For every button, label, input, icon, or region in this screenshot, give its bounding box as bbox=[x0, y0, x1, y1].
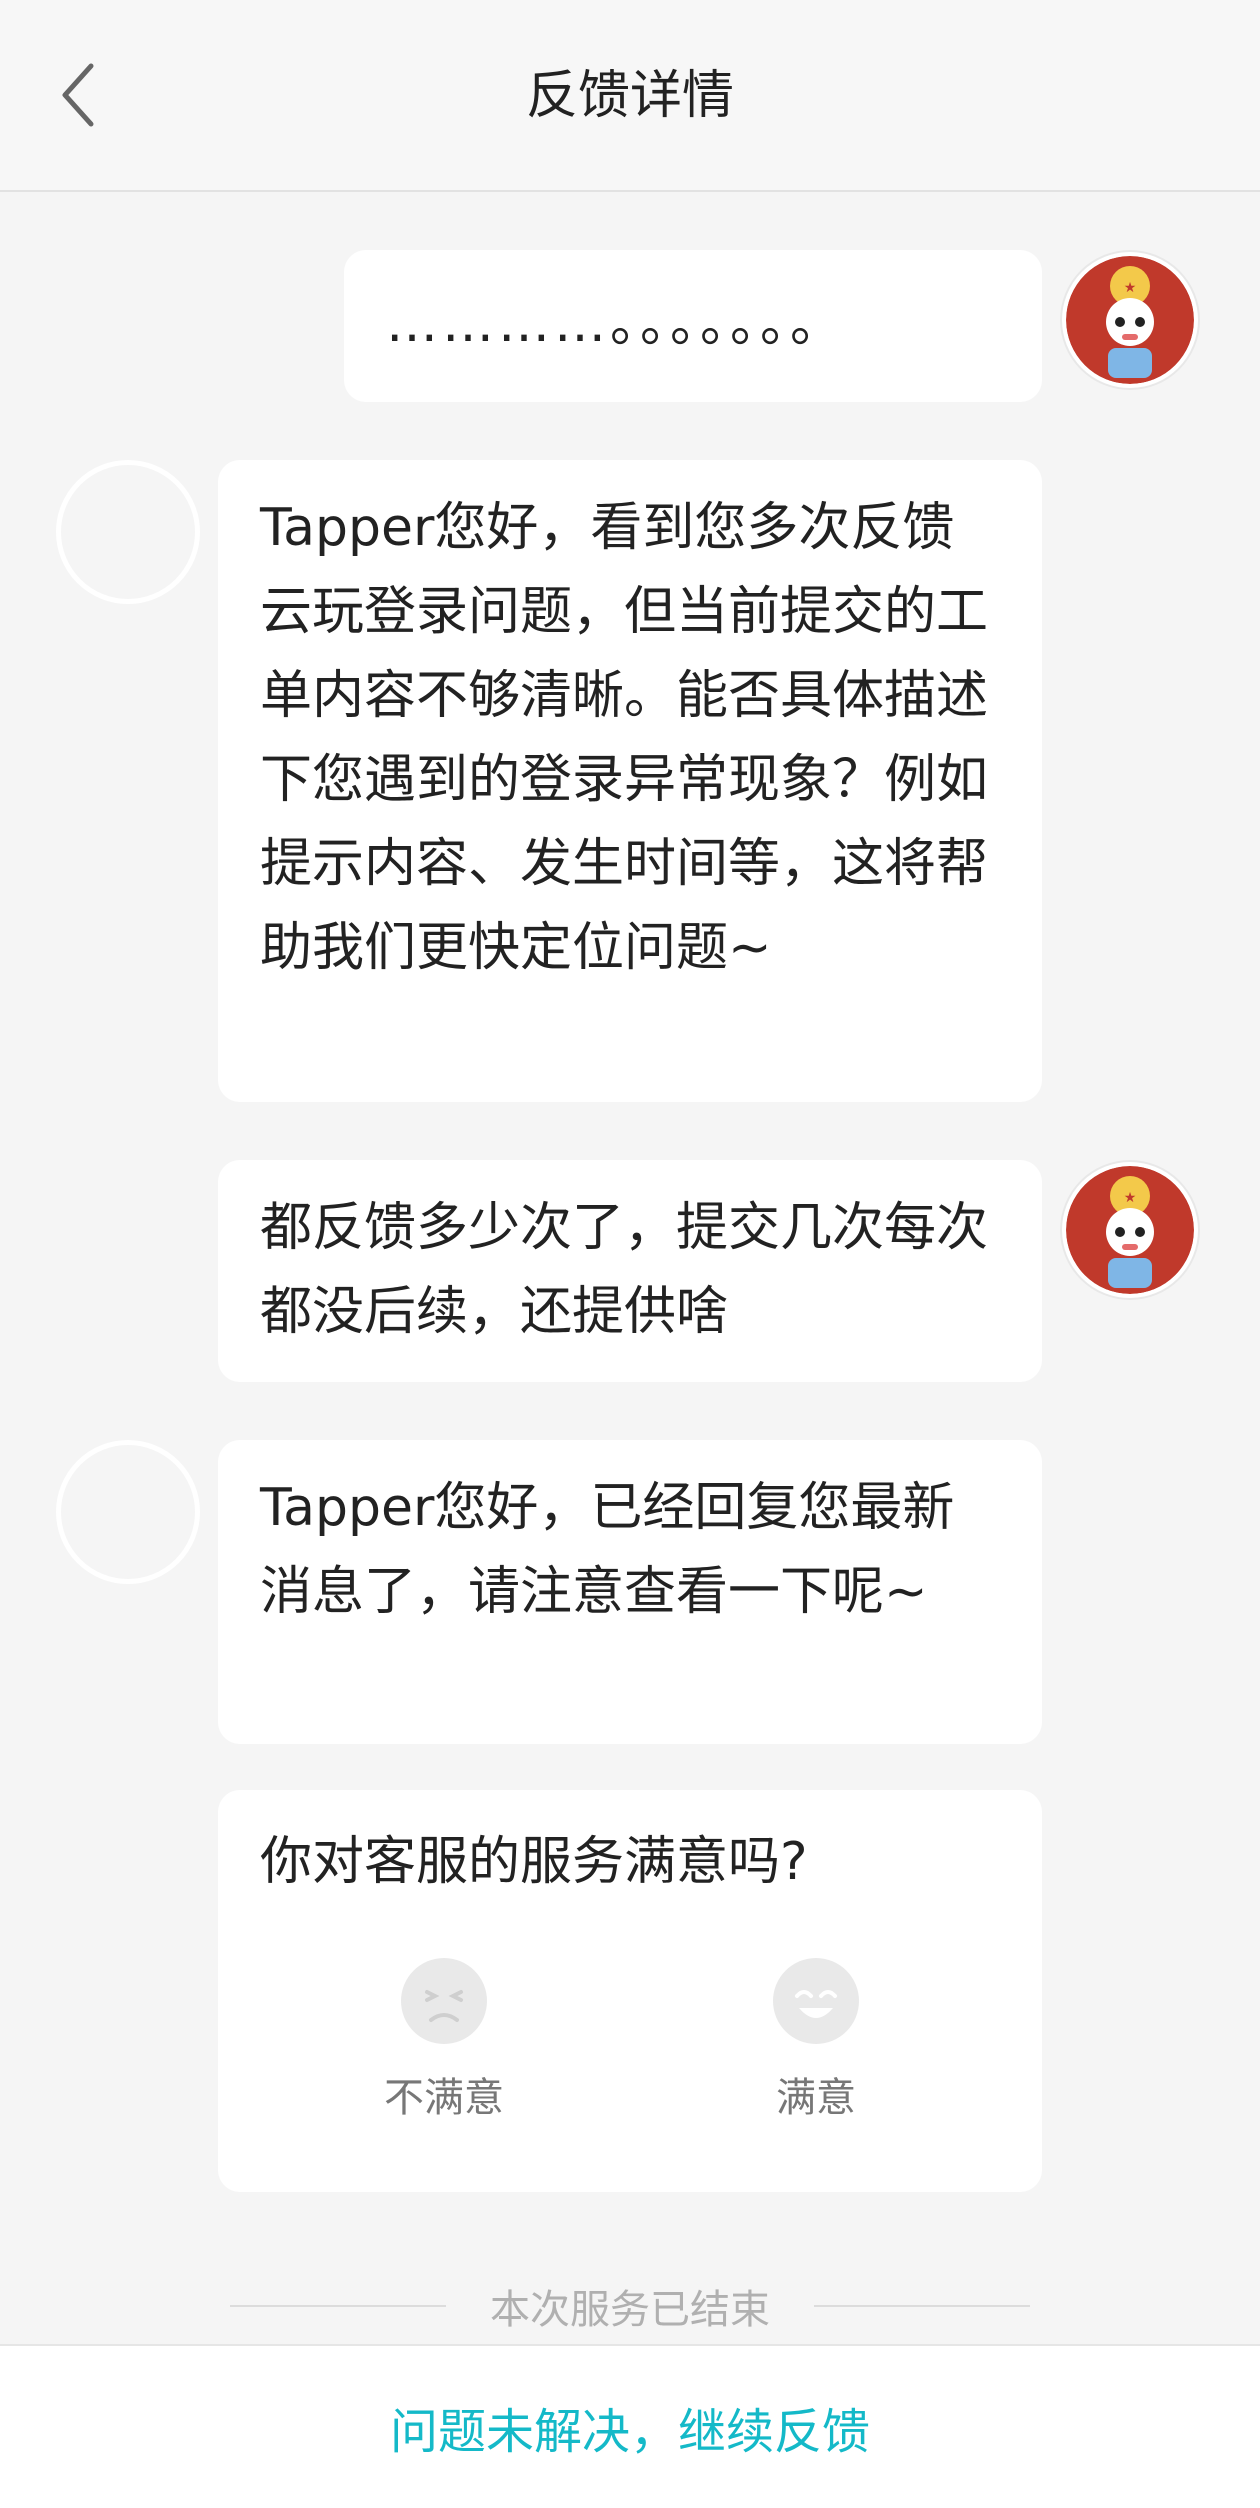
header-bar: 反馈详情 bbox=[0, 0, 1260, 192]
message-text: …………。。。。。。。 bbox=[386, 294, 847, 354]
message-text: Tapper您好，已经回复您最新消息了，请注意查看一下呢~ bbox=[260, 1478, 955, 1622]
satisfied-face-icon bbox=[773, 1958, 859, 2044]
satisfied-button[interactable]: 满意 bbox=[716, 1958, 916, 2126]
svg-text:★: ★ bbox=[1124, 280, 1137, 296]
svg-text:★: ★ bbox=[1124, 1190, 1137, 1206]
satisfied-label: 满意 bbox=[776, 2075, 856, 2121]
feedback-detail-page: 反馈详情 …………。。。。。。。 ★ Tapper您好，看到您多次反馈云玩登录问… bbox=[0, 0, 1260, 2508]
page-title: 反馈详情 bbox=[525, 66, 734, 126]
user-avatar[interactable]: ★ bbox=[1062, 1162, 1198, 1298]
divider-line bbox=[230, 2305, 446, 2307]
satisfaction-rating-card: 你对客服的服务满意吗? 不满意 满意 bbox=[218, 1790, 1042, 2192]
agent-avatar bbox=[56, 1440, 200, 1584]
message-text: 都反馈多少次了，提交几次每次都没后续，还提供啥 bbox=[260, 1198, 989, 1342]
unsatisfied-face-icon bbox=[401, 1958, 487, 2044]
continue-feedback-button[interactable]: 问题未解决，继续反馈 bbox=[390, 2392, 870, 2462]
service-ended-divider: 本次服务已结束 bbox=[230, 2278, 1030, 2334]
service-ended-text: 本次服务已结束 bbox=[490, 2287, 770, 2333]
agent-avatar bbox=[56, 460, 200, 604]
user-message-bubble: 都反馈多少次了，提交几次每次都没后续，还提供啥 bbox=[218, 1160, 1042, 1382]
bottom-action-bar: 问题未解决，继续反馈 bbox=[0, 2344, 1260, 2508]
unsatisfied-label: 不满意 bbox=[384, 2075, 504, 2121]
user-message-bubble: …………。。。。。。。 bbox=[344, 250, 1042, 402]
avatar-cartoon-icon: ★ bbox=[1066, 1166, 1194, 1294]
message-text: Tapper您好，看到您多次反馈云玩登录问题，但当前提交的工单内容不够清晰。能否… bbox=[260, 498, 989, 978]
avatar-cartoon-icon: ★ bbox=[1066, 256, 1194, 384]
agent-message-bubble: Tapper您好，已经回复您最新消息了，请注意查看一下呢~ bbox=[218, 1440, 1042, 1744]
user-avatar[interactable]: ★ bbox=[1062, 252, 1198, 388]
unsatisfied-button[interactable]: 不满意 bbox=[344, 1958, 544, 2126]
rating-question: 你对客服的服务满意吗? bbox=[260, 1832, 808, 1892]
divider-line bbox=[814, 2305, 1030, 2307]
agent-message-bubble: Tapper您好，看到您多次反馈云玩登录问题，但当前提交的工单内容不够清晰。能否… bbox=[218, 460, 1042, 1102]
